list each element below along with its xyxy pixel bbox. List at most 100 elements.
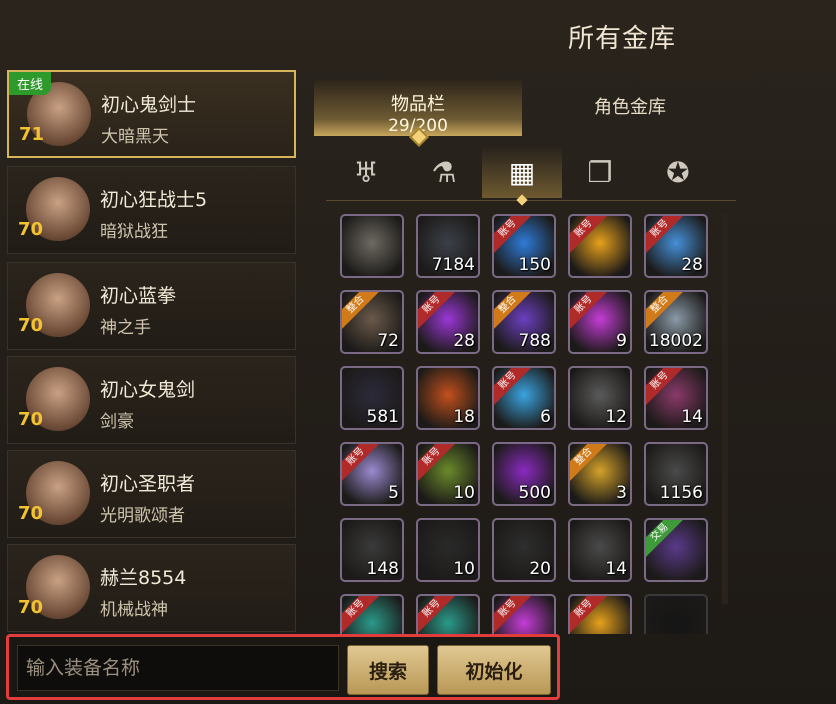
item-slot[interactable]: 20 — [492, 518, 556, 582]
item-count: 10 — [453, 483, 475, 503]
item-tag-ribbon: 账号 — [570, 216, 609, 254]
item-slot[interactable]: 账号 — [568, 594, 632, 634]
window-title: 所有金库 — [568, 24, 677, 54]
item-count: 581 — [366, 407, 399, 427]
item-slot[interactable]: 账号 28 — [644, 214, 708, 278]
search-bar: 搜索 初始化 — [6, 634, 560, 700]
item-count: 18 — [453, 407, 475, 427]
item-tag-ribbon: 账号 — [646, 368, 685, 406]
item-tag-ribbon: 整合 — [342, 292, 381, 330]
item-tag-ribbon: 账号 — [418, 292, 457, 330]
search-input[interactable] — [17, 645, 339, 691]
item-slot[interactable]: 账号 9 — [568, 290, 632, 354]
character-name: 初心鬼剑士 — [101, 94, 197, 116]
item-tag-ribbon: 账号 — [646, 216, 685, 254]
item-slot[interactable]: 交易 — [644, 518, 708, 582]
title-bar: 所有金库 — [0, 0, 836, 68]
item-slot[interactable]: 整合 788 — [492, 290, 556, 354]
item-count: 14 — [605, 559, 627, 579]
item-slot[interactable]: 账号 28 — [416, 290, 480, 354]
level-badge: 70 — [18, 597, 48, 619]
item-tag-ribbon: 整合 — [494, 292, 533, 330]
item-slot[interactable]: 10 — [416, 518, 480, 582]
item-slot[interactable]: 账号 — [416, 594, 480, 634]
item-tag-ribbon: 账号 — [418, 444, 457, 482]
item-count: 72 — [377, 331, 399, 351]
character-card[interactable]: 70 初心狂战士5 暗狱战狂 — [7, 166, 296, 254]
item-count: 28 — [453, 331, 475, 351]
level-badge: 70 — [18, 219, 48, 241]
item-count: 3 — [616, 483, 627, 503]
armor-icon: ♅ — [353, 155, 379, 189]
vault-tabs: 物品栏 29/200 角色金库 — [314, 80, 734, 147]
item-slot[interactable]: 账号 150 — [492, 214, 556, 278]
level-badge: 70 — [18, 315, 48, 337]
search-button[interactable]: 搜索 — [347, 645, 429, 695]
item-tag-ribbon: 账号 — [494, 596, 533, 634]
character-list: 在线 71 初心鬼剑士 大暗黑天 70 初心狂战士5 暗狱战狂 70 初心蓝拳 … — [4, 70, 298, 632]
item-slot[interactable]: 账号 6 — [492, 366, 556, 430]
category-special[interactable]: ✪ — [638, 146, 718, 198]
character-class: 机械战神 — [100, 600, 168, 620]
item-tag-ribbon: 账号 — [570, 596, 609, 634]
online-badge: 在线 — [9, 72, 52, 95]
item-count: 6 — [540, 407, 551, 427]
item-slot[interactable]: 581 — [340, 366, 404, 430]
cards-icon: ❐ — [587, 155, 613, 189]
level-badge: 70 — [18, 409, 48, 431]
item-tag-ribbon: 整合 — [646, 292, 685, 330]
tab-inventory-label: 物品栏 — [391, 94, 445, 115]
item-count: 1156 — [659, 483, 703, 503]
item-slot[interactable]: 账号 10 — [416, 442, 480, 506]
character-class: 暗狱战狂 — [100, 222, 168, 242]
category-cards[interactable]: ❐ — [560, 146, 640, 198]
item-slot[interactable]: 500 — [492, 442, 556, 506]
item-slot[interactable]: 账号 — [568, 214, 632, 278]
item-count: 14 — [681, 407, 703, 427]
item-slot[interactable]: 14 — [568, 518, 632, 582]
character-name: 初心狂战士5 — [100, 189, 208, 211]
item-slot[interactable]: 整合 18002 — [644, 290, 708, 354]
pentagram-icon: ✪ — [666, 155, 690, 189]
reset-button[interactable]: 初始化 — [437, 645, 551, 695]
item-count: 7184 — [431, 255, 475, 275]
character-card[interactable]: 70 赫兰8554 机械战神 — [7, 544, 296, 632]
vault-window: 所有金库 在线 71 初心鬼剑士 大暗黑天 70 初心狂战士5 暗狱战狂 70 … — [0, 0, 836, 704]
character-name: 初心圣职者 — [100, 473, 196, 495]
potion-icon: ⚗ — [431, 155, 457, 189]
item-slot[interactable]: 账号 5 — [340, 442, 404, 506]
category-material[interactable]: ▦ — [482, 146, 562, 198]
item-slot[interactable]: 账号 14 — [644, 366, 708, 430]
category-potion[interactable]: ⚗ — [404, 146, 484, 198]
item-count: 20 — [529, 559, 551, 579]
character-card[interactable]: 70 初心蓝拳 神之手 — [7, 262, 296, 350]
item-count: 12 — [605, 407, 627, 427]
scrollbar[interactable] — [722, 214, 728, 604]
item-count: 9 — [616, 331, 627, 351]
character-name: 初心女鬼剑 — [100, 379, 196, 401]
item-slot[interactable] — [340, 214, 404, 278]
item-tag-ribbon: 账号 — [570, 292, 609, 330]
item-slot[interactable]: 7184 — [416, 214, 480, 278]
item-tag-ribbon: 交易 — [646, 520, 685, 558]
item-count: 500 — [518, 483, 551, 503]
item-slot[interactable]: 12 — [568, 366, 632, 430]
character-class: 神之手 — [100, 318, 151, 338]
character-class: 光明歌颂者 — [100, 506, 185, 526]
item-slot[interactable]: 18 — [416, 366, 480, 430]
tab-character-vault[interactable]: 角色金库 — [526, 80, 734, 136]
character-card[interactable]: 70 初心女鬼剑 剑豪 — [7, 356, 296, 444]
item-count: 148 — [366, 559, 399, 579]
tab-inventory[interactable]: 物品栏 29/200 — [314, 80, 522, 147]
item-count: 18002 — [648, 331, 703, 351]
item-slot[interactable]: 账号 — [340, 594, 404, 634]
item-slot[interactable] — [644, 594, 708, 634]
item-slot[interactable]: 整合 72 — [340, 290, 404, 354]
character-card[interactable]: 在线 71 初心鬼剑士 大暗黑天 — [7, 70, 296, 158]
item-slot[interactable]: 1156 — [644, 442, 708, 506]
character-card[interactable]: 70 初心圣职者 光明歌颂者 — [7, 450, 296, 538]
item-slot[interactable]: 148 — [340, 518, 404, 582]
item-slot[interactable]: 账号 — [492, 594, 556, 634]
item-slot[interactable]: 整合 3 — [568, 442, 632, 506]
category-armor[interactable]: ♅ — [326, 146, 406, 198]
